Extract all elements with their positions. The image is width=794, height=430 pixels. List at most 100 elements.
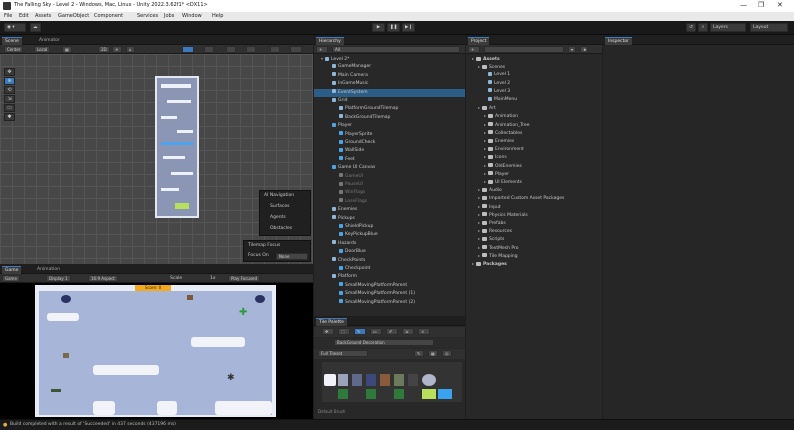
tile-swatch[interactable] (324, 374, 336, 386)
menu-component[interactable]: Component (94, 13, 123, 19)
hierarchy-item[interactable]: KeyPickupBlue (314, 231, 465, 239)
project-item[interactable]: ▸ Icons (466, 153, 602, 161)
game-mode-dropdown[interactable]: Game (2, 275, 20, 282)
gizmo-toggle-icon[interactable] (182, 46, 194, 53)
hierarchy-item[interactable]: Feet (314, 156, 465, 164)
hierarchy-item[interactable]: Pickups (314, 215, 465, 223)
minimize-button[interactable]: — (740, 1, 747, 9)
hierarchy-item[interactable]: PlatformGroundTilemap (314, 105, 465, 113)
project-item[interactable]: ▸ Tile Mapping (466, 252, 602, 260)
menu-gameobject[interactable]: GameObject (58, 13, 89, 19)
menu-edit[interactable]: Edit (19, 13, 29, 19)
project-item[interactable]: ▸ Collectables (466, 129, 602, 137)
eraser-icon[interactable]: ⨯ (418, 328, 430, 335)
tile-swatch[interactable] (366, 374, 376, 386)
project-item[interactable]: ▸ Resources (466, 227, 602, 235)
close-button[interactable]: ✕ (777, 1, 783, 9)
menu-services[interactable]: Services (137, 13, 158, 19)
project-item[interactable]: MainMenu (466, 96, 602, 104)
project-item[interactable]: ▸ Enemies (466, 137, 602, 145)
project-item[interactable]: ▸ TextMesh Pro (466, 244, 602, 252)
active-tilemap-dropdown[interactable]: BackGround Decoration (334, 339, 434, 346)
hierarchy-item[interactable]: SmallMovingPlatformParent (314, 282, 465, 290)
hierarchy-item[interactable]: WallSide (314, 147, 465, 155)
level-preview[interactable] (155, 76, 199, 218)
project-item[interactable]: ▸ Scenes (466, 63, 602, 71)
hierarchy-search-input[interactable]: All (332, 46, 460, 53)
cloud-icon[interactable]: ☁ (30, 23, 41, 32)
effects-icon[interactable] (246, 46, 256, 53)
palette-grid[interactable] (322, 362, 462, 402)
hierarchy-item[interactable]: Enemies (314, 206, 465, 214)
tile-swatch[interactable] (380, 374, 390, 386)
picker-icon[interactable]: ✐ (386, 328, 398, 335)
hierarchy-item[interactable]: ▾ Level 2* (314, 55, 465, 63)
project-search-input[interactable] (484, 46, 564, 53)
project-item[interactable]: Level 3 (466, 88, 602, 96)
layers-dropdown[interactable]: Layers (710, 23, 746, 32)
scene-viewport[interactable]: ✥ ⊕ ⟲ ⇲ ▭ ✱ AI Navigation Surfaces Agent… (0, 54, 313, 264)
menu-help[interactable]: Help (212, 13, 223, 19)
project-item[interactable]: ▸ Physics Materials (466, 211, 602, 219)
tile-swatch[interactable] (422, 389, 436, 399)
project-item[interactable]: ▸ Packages (466, 260, 602, 268)
more-icon[interactable] (290, 46, 302, 53)
hierarchy-item[interactable]: ShieldPickup (314, 223, 465, 231)
hierarchy-item[interactable]: Hazards (314, 240, 465, 248)
aspect-dropdown[interactable]: 16:9 Aspect (88, 275, 118, 282)
hierarchy-item[interactable]: CheckPoints (314, 257, 465, 265)
tile-swatch[interactable] (422, 374, 436, 386)
tile-swatch[interactable] (408, 374, 418, 386)
tab-inspector[interactable]: Inspector (605, 37, 632, 45)
status-message[interactable]: Build completed with a result of 'Succee… (10, 422, 176, 427)
menu-assets[interactable]: Assets (35, 13, 51, 19)
ai-surfaces-item[interactable]: Surfaces (260, 203, 310, 211)
project-item[interactable]: ▸ UI Elements (466, 178, 602, 186)
hand-tool-icon[interactable]: ⊕ (4, 77, 15, 85)
hierarchy-item[interactable]: PauseUI (314, 181, 465, 189)
menu-file[interactable]: File (4, 13, 12, 19)
box-select-icon[interactable]: ⬚ (338, 328, 350, 335)
project-item[interactable]: ▸ Animation (466, 112, 602, 120)
project-item[interactable]: ▸ Audio (466, 186, 602, 194)
tile-swatch[interactable] (366, 389, 376, 399)
play-button[interactable]: ▶ (372, 23, 385, 32)
filter-icon[interactable]: ▾ (568, 46, 576, 53)
account-dropdown[interactable]: ◉ ▾ (4, 23, 26, 32)
hierarchy-item[interactable]: SmallMovingPlatformParent (2) (314, 299, 465, 307)
project-item[interactable]: Level 2 (466, 80, 602, 88)
project-item[interactable]: Level 1 (466, 71, 602, 79)
hierarchy-item[interactable]: InGameMusic (314, 80, 465, 88)
project-item[interactable]: ▸ Art (466, 104, 602, 112)
palette-dropdown[interactable]: Full Tileset (318, 350, 368, 357)
tile-swatch[interactable] (394, 374, 404, 386)
project-item[interactable]: ▸ Assets (466, 55, 602, 63)
project-item[interactable]: ▸ OldEnemies (466, 162, 602, 170)
rotate-tool-icon[interactable]: ⟲ (4, 86, 15, 94)
tile-swatch[interactable] (338, 374, 348, 386)
tile-swatch[interactable] (394, 389, 404, 399)
layout-dropdown[interactable]: Layout (750, 23, 788, 32)
project-item[interactable]: ▸ Scripts (466, 235, 602, 243)
tile-swatch[interactable] (438, 389, 452, 399)
select-tool-icon[interactable]: ✥ (322, 328, 334, 335)
tab-scene[interactable]: Scene (2, 37, 22, 45)
hierarchy-item[interactable]: LoseFlags (314, 198, 465, 206)
hierarchy-item[interactable]: GroundCheck (314, 139, 465, 147)
favorite-icon[interactable]: ★ (580, 46, 588, 53)
project-item[interactable]: ▸ Input (466, 203, 602, 211)
audio-icon[interactable] (226, 46, 236, 53)
scene-view-icon[interactable]: ⌂ (126, 46, 135, 53)
pivot-center-dropdown[interactable]: Center (4, 46, 24, 53)
focus-on-dropdown[interactable]: None (276, 253, 308, 260)
menu-jobs[interactable]: Jobs (164, 13, 174, 19)
history-icon[interactable]: ↺ (686, 23, 696, 32)
pause-button[interactable]: ❚❚ (387, 23, 400, 32)
search-icon[interactable]: ⌕ (698, 23, 708, 32)
tile-swatch[interactable] (352, 374, 362, 386)
toggle-2d-button[interactable]: 2D (98, 46, 110, 53)
lighting-icon[interactable]: ☀ (112, 46, 122, 53)
grid-icon[interactable]: ▦ (428, 350, 438, 357)
pivot-local-dropdown[interactable]: Local (34, 46, 51, 53)
project-item[interactable]: ▸ Animation_Tree (466, 121, 602, 129)
